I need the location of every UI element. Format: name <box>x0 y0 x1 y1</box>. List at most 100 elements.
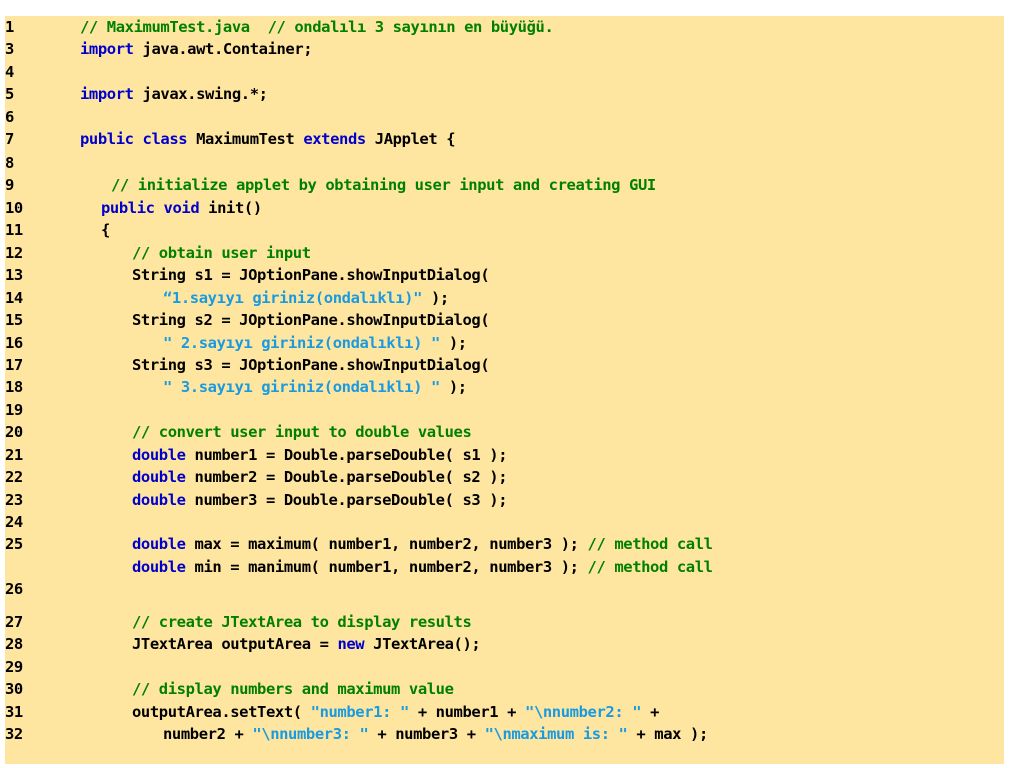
keyword-token: public void <box>101 199 200 217</box>
code-token: JApplet { <box>365 130 456 148</box>
code-text: String s3 = JOptionPane.showInputDialog( <box>132 354 490 376</box>
keyword-token: double <box>132 446 186 464</box>
line-number: 6 <box>5 108 14 126</box>
line-number: 26 <box>5 580 23 598</box>
code-text: // create JTextArea to display results <box>132 611 472 633</box>
code-text: double number2 = Double.parseDouble( s2 … <box>132 466 508 488</box>
code-line: double min = manimum( number1, number2, … <box>5 556 1004 578</box>
code-line: 29 <box>5 656 1004 678</box>
keyword-token: public class <box>80 130 188 148</box>
code-line: 16 " 2.sayıyı giriniz(ondalıklı) " ); <box>5 332 1004 354</box>
code-text: // MaximumTest.java // ondalılı 3 sayını… <box>80 16 554 38</box>
code-token: javax.swing.*; <box>133 85 268 103</box>
line-number: 29 <box>5 658 23 676</box>
code-token: JTextArea outputArea = <box>132 635 338 653</box>
line-number: 28 <box>5 635 23 653</box>
code-text: “1.sayıyı giriniz(ondalıklı)" ); <box>163 287 449 309</box>
code-token: min = manimum( number1, number2, number3… <box>185 558 588 576</box>
code-line: 20 // convert user input to double values <box>5 421 1004 443</box>
line-number: 21 <box>5 446 23 464</box>
comment-token: // initialize applet by obtaining user i… <box>111 176 656 194</box>
code-token: number3 = Double.parseDouble( s3 ); <box>185 491 508 509</box>
line-number: 30 <box>5 680 23 698</box>
line-number: 11 <box>5 221 23 239</box>
code-line: 9 // initialize applet by obtaining user … <box>5 174 1004 196</box>
code-listing-panel: 1 // MaximumTest.java // ondalılı 3 sayın… <box>5 16 1004 764</box>
code-token: ); <box>439 334 467 352</box>
code-text: outputArea.setText( "number1: " + number… <box>132 701 659 723</box>
line-number: 5 <box>5 85 14 103</box>
line-number: 8 <box>5 154 14 172</box>
comment-token: // obtain user input <box>132 244 311 262</box>
code-line: 17 String s3 = JOptionPane.showInputDialo… <box>5 354 1004 376</box>
keyword-token: extends <box>303 130 366 148</box>
code-line: 14 “1.sayıyı giriniz(ondalıklı)" ); <box>5 287 1004 309</box>
line-number: 14 <box>5 289 23 307</box>
line-number: 15 <box>5 311 23 329</box>
code-token: + number3 + <box>368 725 485 743</box>
line-number: 9 <box>5 176 14 194</box>
code-text: // initialize applet by obtaining user i… <box>111 174 656 196</box>
code-text: double number3 = Double.parseDouble( s3 … <box>132 489 508 511</box>
line-number: 24 <box>5 513 23 531</box>
code-token: init() <box>199 199 262 217</box>
string-token: "\nnumber2: " <box>525 703 642 721</box>
string-token: “1.sayıyı giriniz(ondalıklı)" <box>163 289 423 307</box>
line-number: 19 <box>5 401 23 419</box>
line-number: 13 <box>5 266 23 284</box>
code-text: " 2.sayıyı giriniz(ondalıklı) " ); <box>163 332 467 354</box>
code-text: { <box>101 219 110 241</box>
keyword-token: double <box>132 535 186 553</box>
code-token: outputArea.setText( <box>132 703 311 721</box>
code-text: String s1 = JOptionPane.showInputDialog( <box>132 264 490 286</box>
code-text: number2 + "\nnumber3: " + number3 + "\nm… <box>163 723 708 745</box>
comment-token: // method call <box>587 535 713 553</box>
code-line: 23 double number3 = Double.parseDouble( s… <box>5 489 1004 511</box>
code-line: 31 outputArea.setText( "number1: " + numb… <box>5 701 1004 723</box>
line-number: 22 <box>5 468 23 486</box>
code-token: + <box>641 703 660 721</box>
line-number: 7 <box>5 130 14 148</box>
line-number: 27 <box>5 613 23 631</box>
line-number: 4 <box>5 63 14 81</box>
code-line: 4 <box>5 61 1004 83</box>
code-token: String s2 = JOptionPane.showInputDialog( <box>132 311 490 329</box>
code-text: double min = manimum( number1, number2, … <box>132 556 713 578</box>
keyword-token: import <box>80 40 134 58</box>
comment-token: // MaximumTest.java // ondalılı 3 sayını… <box>80 18 554 36</box>
keyword-token: double <box>132 491 186 509</box>
code-line: 32 number2 + "\nnumber3: " + number3 + "\… <box>5 723 1004 745</box>
line-number: 10 <box>5 199 23 217</box>
code-line: 22 double number2 = Double.parseDouble( s… <box>5 466 1004 488</box>
line-number: 12 <box>5 244 23 262</box>
code-line: 13 String s1 = JOptionPane.showInputDialo… <box>5 264 1004 286</box>
line-number: 3 <box>5 40 14 58</box>
code-text: String s2 = JOptionPane.showInputDialog( <box>132 309 490 331</box>
code-line: 11 { <box>5 219 1004 241</box>
code-token: + max ); <box>627 725 708 743</box>
code-token: { <box>101 221 110 239</box>
code-line: 7 public class MaximumTest extends JApple… <box>5 128 1004 150</box>
code-line: 19 <box>5 399 1004 421</box>
code-line: 12 // obtain user input <box>5 242 1004 264</box>
code-token: String s3 = JOptionPane.showInputDialog( <box>132 356 490 374</box>
line-number: 23 <box>5 491 23 509</box>
code-text: // display numbers and maximum value <box>132 678 454 700</box>
code-line: 27 // create JTextArea to display results <box>5 611 1004 633</box>
code-line: 15 String s2 = JOptionPane.showInputDialo… <box>5 309 1004 331</box>
keyword-token: import <box>80 85 134 103</box>
string-token: " 2.sayıyı giriniz(ondalıklı) " <box>163 334 440 352</box>
code-line: 24 <box>5 511 1004 533</box>
code-token: max = maximum( number1, number2, number3… <box>185 535 588 553</box>
line-number: 16 <box>5 334 23 352</box>
code-text: import javax.swing.*; <box>80 83 268 105</box>
keyword-token: double <box>132 558 186 576</box>
string-token: "\nnumber3: " <box>252 725 369 743</box>
code-token: String s1 = JOptionPane.showInputDialog( <box>132 266 490 284</box>
comment-token: // display numbers and maximum value <box>132 680 454 698</box>
code-line: 8 <box>5 152 1004 174</box>
line-number: 32 <box>5 725 23 743</box>
comment-token: // create JTextArea to display results <box>132 613 472 631</box>
keyword-token: double <box>132 468 186 486</box>
keyword-token: new <box>337 635 365 653</box>
